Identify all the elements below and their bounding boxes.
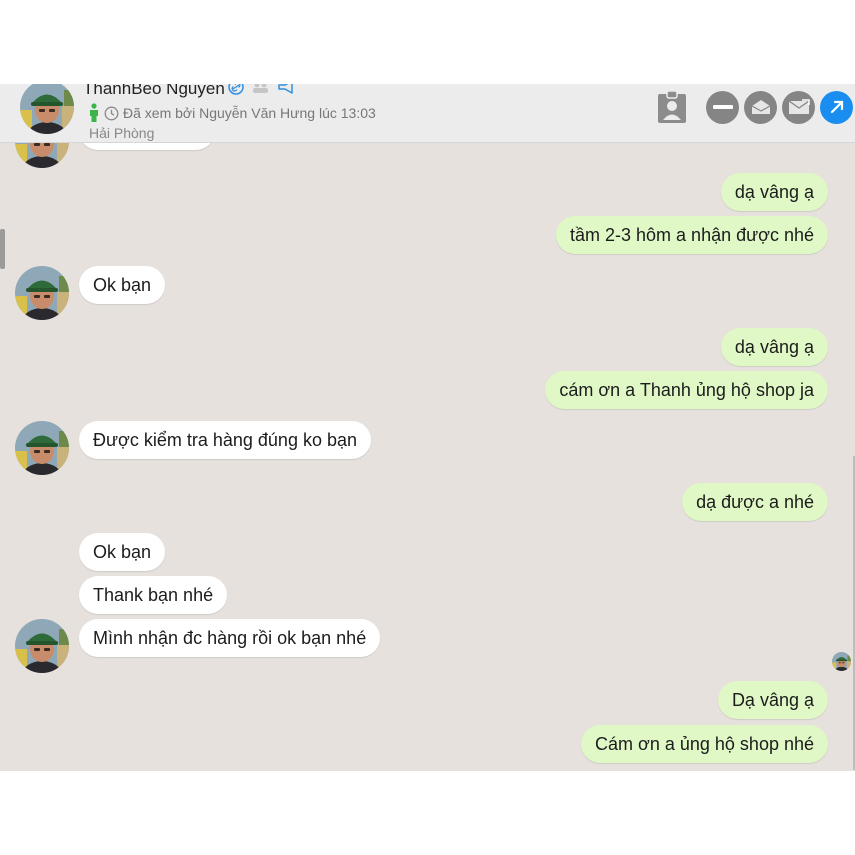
person-online-icon xyxy=(88,103,100,123)
message-outgoing[interactable]: dạ được a nhé xyxy=(682,483,828,521)
group-icon xyxy=(252,84,269,94)
message-incoming[interactable]: Thank bạn nhé xyxy=(79,576,228,614)
name-badges xyxy=(228,84,295,95)
chat-window: ThanhBeo Nguyen Đã xem bởi Nguyễn Văn Hư… xyxy=(0,84,855,771)
seen-by-avatar xyxy=(832,652,851,671)
contact-avatar[interactable] xyxy=(15,619,69,673)
message-outgoing[interactable]: dạ vâng ạ xyxy=(720,328,828,366)
message-outgoing[interactable]: cám ơn a Thanh ủng hộ shop ja xyxy=(545,371,828,409)
message-outgoing[interactable]: Cám ơn a ủng hộ shop nhé xyxy=(581,725,828,763)
message-incoming[interactable]: Được kiểm tra hàng đúng ko bạn xyxy=(79,421,371,459)
message-outgoing[interactable]: Dạ vâng ạ xyxy=(717,681,828,719)
contact-card-icon xyxy=(657,90,687,124)
contact-name[interactable]: ThanhBeo Nguyen xyxy=(83,84,225,99)
link-icon xyxy=(228,84,244,95)
megaphone-icon[interactable] xyxy=(277,84,295,95)
contact-card-button[interactable] xyxy=(656,90,688,124)
message-incoming[interactable]: Ok bạn xyxy=(79,533,166,571)
email-icon xyxy=(788,99,810,115)
contact-avatar[interactable] xyxy=(15,266,69,320)
inbox-icon xyxy=(751,99,771,115)
message-incoming[interactable]: Mình nhận đc hàng rồi ok bạn nhé xyxy=(79,619,381,657)
message-incoming[interactable]: Ok bạn xyxy=(79,266,166,304)
contact-avatar[interactable] xyxy=(20,84,74,134)
message-outgoing[interactable]: dạ vâng ạ xyxy=(720,173,828,211)
header-actions xyxy=(656,90,853,124)
contact-avatar[interactable] xyxy=(15,421,69,475)
seen-status-row: Đã xem bởi Nguyễn Văn Hưng lúc 13:03 xyxy=(88,103,376,123)
chat-header: ThanhBeo Nguyen Đã xem bởi Nguyễn Văn Hư… xyxy=(0,84,855,143)
open-external-button[interactable] xyxy=(820,90,853,124)
contact-location: Hải Phòng xyxy=(89,125,155,141)
minimize-icon xyxy=(712,104,733,110)
message-outgoing[interactable]: tầm 2-3 hôm a nhận được nhé xyxy=(556,216,828,254)
inbox-button[interactable] xyxy=(744,90,777,124)
open-external-icon xyxy=(828,98,846,116)
email-button[interactable] xyxy=(782,90,815,124)
clock-icon xyxy=(104,106,119,121)
seen-status-text: Đã xem bởi Nguyễn Văn Hưng lúc 13:03 xyxy=(123,105,376,121)
minimize-button[interactable] xyxy=(706,90,739,124)
scrollbar-left[interactable] xyxy=(0,229,5,269)
